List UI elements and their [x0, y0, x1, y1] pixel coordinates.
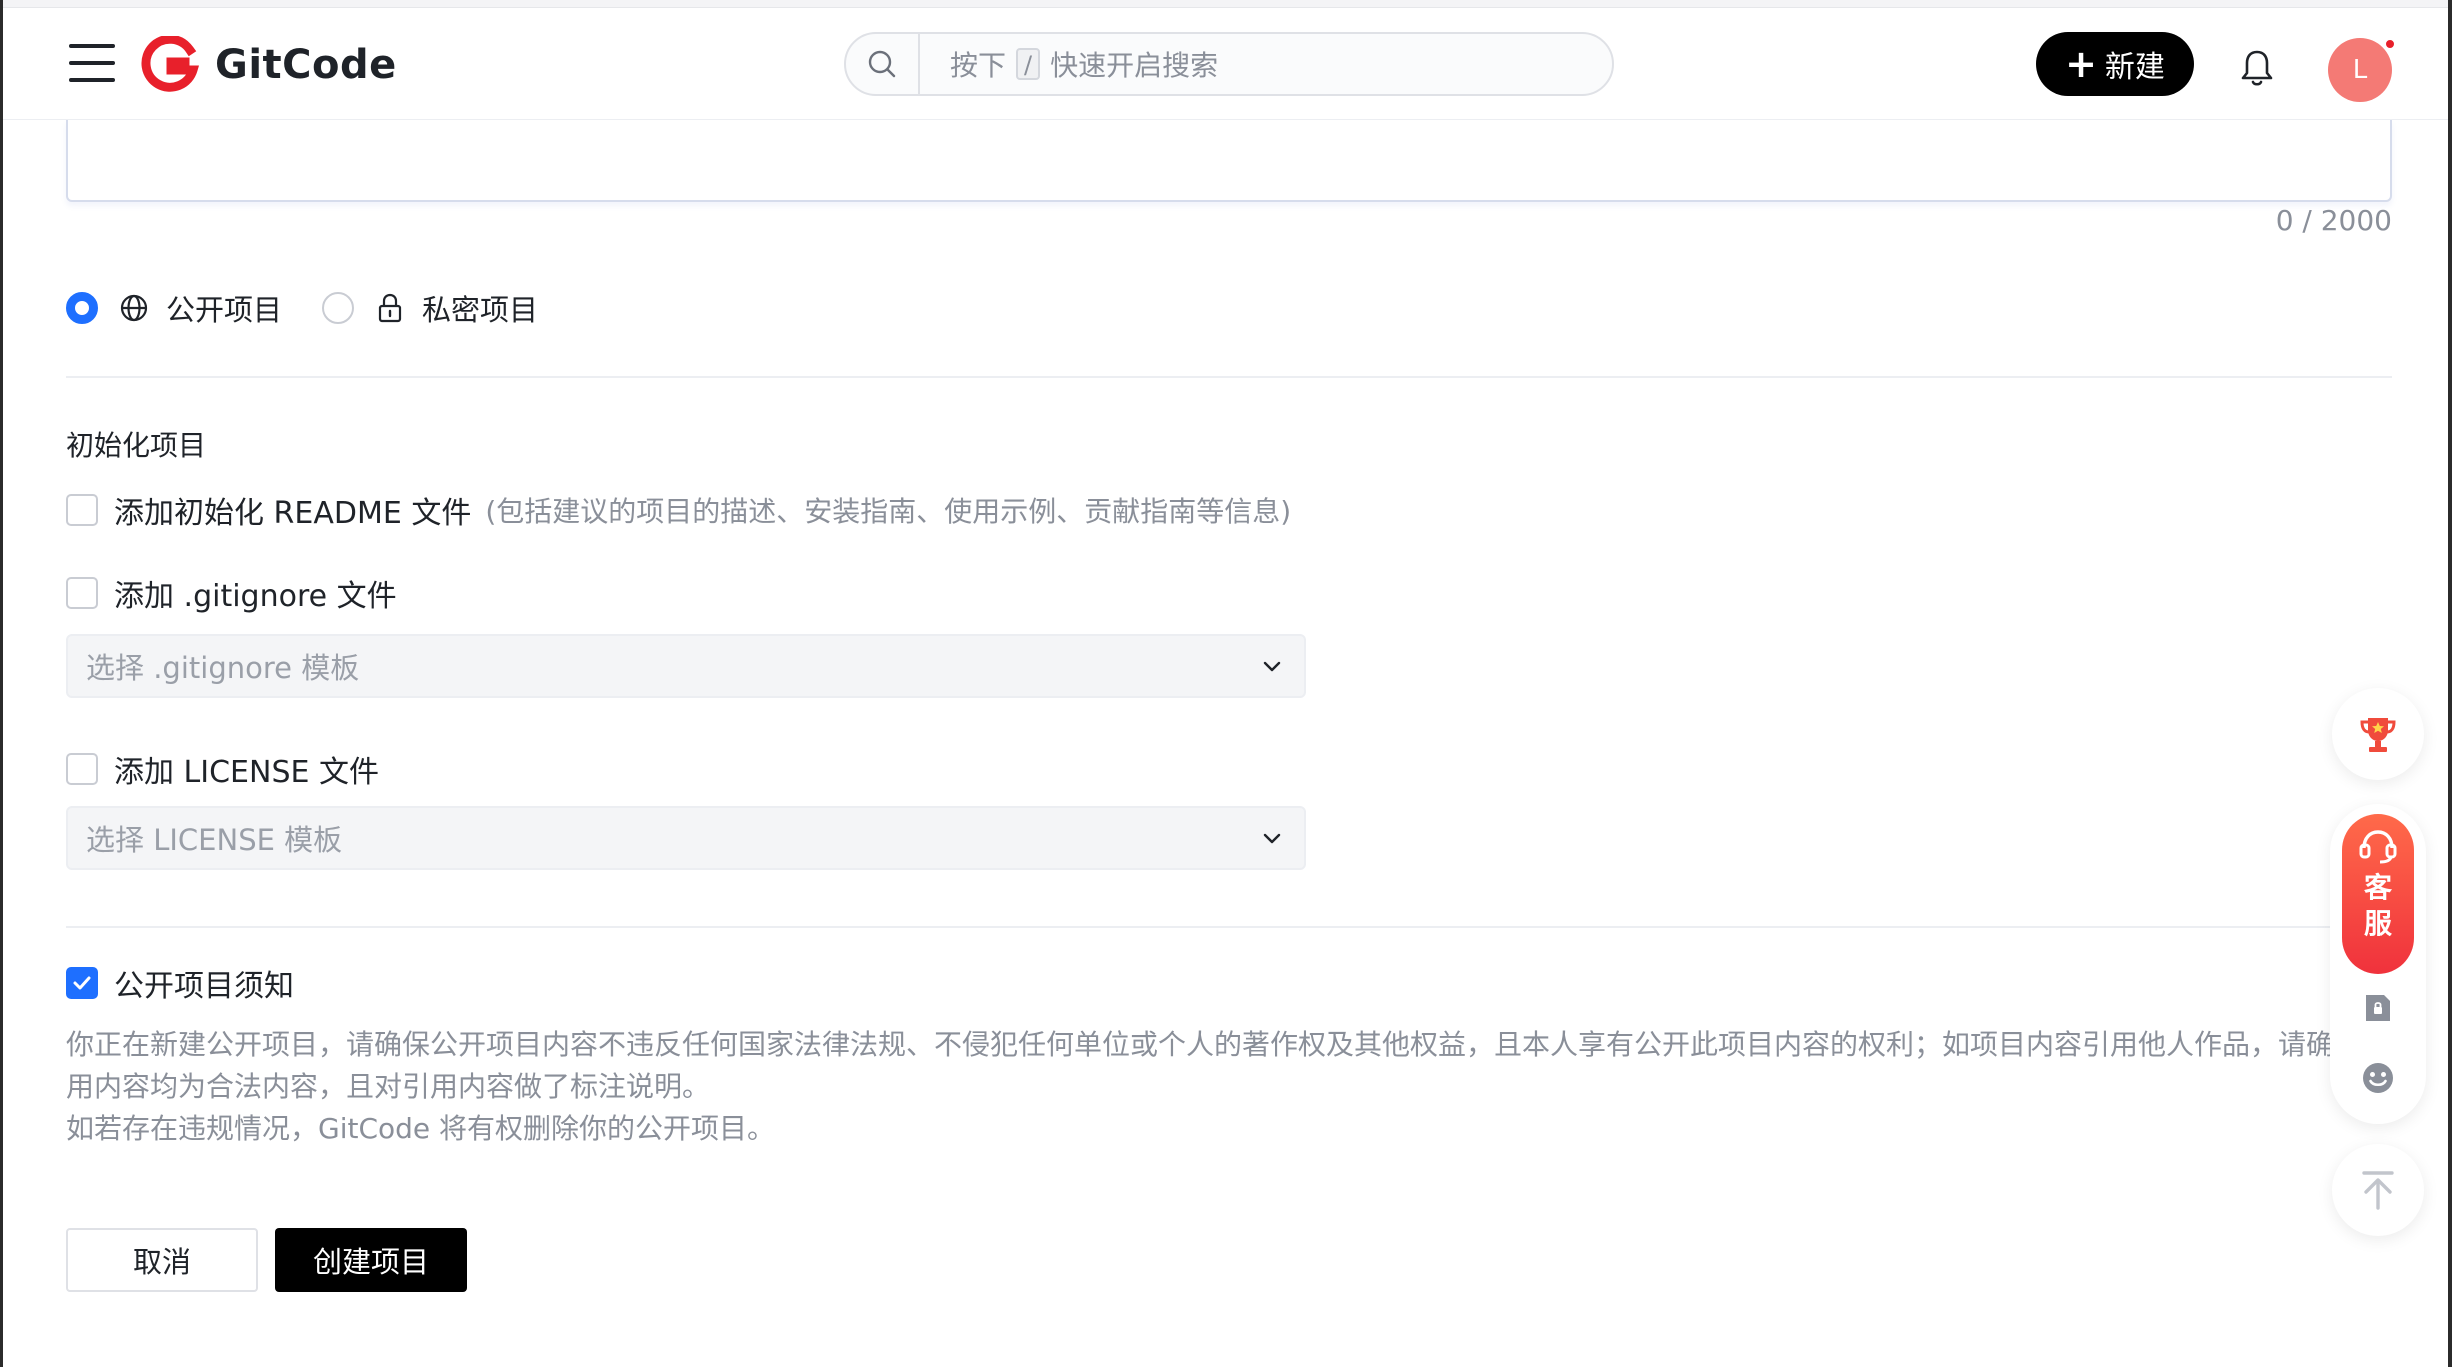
- public-project-radio[interactable]: [66, 292, 98, 324]
- public-notice-checkbox[interactable]: [66, 967, 98, 999]
- public-notice-text: 你正在新建公开项目，请确保公开项目内容不违反任何国家法律法规、不侵犯任何单位或个…: [66, 1024, 2336, 1150]
- new-button-label: 新建: [2104, 50, 2165, 85]
- headset-icon: [2359, 830, 2397, 864]
- chevron-down-icon: [1263, 661, 1281, 672]
- notification-dot: [2384, 38, 2396, 50]
- gitcode-logo[interactable]: GitCode: [141, 36, 397, 94]
- search-placeholder: 按下 / 快速开启搜索: [950, 48, 1219, 82]
- gitignore-select-placeholder: 选择 .gitignore 模板: [86, 651, 360, 685]
- document-icon[interactable]: [2360, 990, 2396, 1026]
- notice-line: 你正在新建公开项目，请确保公开项目内容不违反任何国家法律法规、不侵犯任何单位或个…: [66, 1028, 2335, 1061]
- visibility-options: 公开项目 私密项目: [66, 288, 538, 328]
- license-option: 添加 LICENSE 文件: [66, 749, 379, 790]
- plus-icon: +: [2065, 42, 2097, 86]
- side-tool-panel: 客 服: [2330, 804, 2426, 1124]
- search-bar[interactable]: 按下 / 快速开启搜索: [844, 32, 1614, 96]
- customer-service-button[interactable]: 客 服: [2342, 814, 2414, 974]
- readme-hint: (包括建议的项目的描述、安装指南、使用示例、贡献指南等信息): [485, 495, 1292, 528]
- menu-icon[interactable]: [69, 44, 115, 84]
- notice-line: 用内容均为合法内容，且对引用内容做了标注说明。: [66, 1070, 711, 1103]
- public-notice-label: 公开项目须知: [114, 969, 294, 1004]
- trophy-icon: [2360, 718, 2396, 752]
- trophy-button[interactable]: [2332, 688, 2424, 780]
- private-project-radio[interactable]: [322, 292, 355, 324]
- readme-option: 添加初始化 README 文件 (包括建议的项目的描述、安装指南、使用示例、贡献…: [66, 490, 1292, 531]
- notice-line: 如若存在违规情况，GitCode 将有权删除你的公开项目。: [66, 1112, 776, 1145]
- lock-icon: [378, 293, 402, 323]
- check-icon: [73, 976, 91, 990]
- gitcode-logo-icon: [141, 36, 199, 92]
- public-project-label: 公开项目: [166, 293, 283, 327]
- license-label: 添加 LICENSE 文件: [114, 755, 379, 790]
- window-top-strip: [0, 0, 2452, 8]
- window-right-edge: [2448, 0, 2452, 1367]
- private-project-label: 私密项目: [422, 293, 539, 327]
- init-section-title: 初始化项目: [66, 429, 207, 462]
- public-notice-option: 公开项目须知: [66, 963, 294, 1004]
- readme-label: 添加初始化 README 文件: [114, 496, 472, 531]
- license-checkbox[interactable]: [66, 753, 98, 785]
- license-template-select[interactable]: 选择 LICENSE 模板: [66, 806, 1306, 870]
- window-left-edge: [0, 0, 3, 1367]
- gitignore-checkbox[interactable]: [66, 577, 98, 609]
- description-textarea[interactable]: [66, 120, 2392, 202]
- cancel-button[interactable]: 取消: [66, 1228, 258, 1292]
- back-to-top-button[interactable]: [2332, 1144, 2424, 1236]
- arrow-up-icon: [2362, 1171, 2394, 1210]
- create-project-button[interactable]: 创建项目: [275, 1228, 467, 1292]
- readme-checkbox[interactable]: [66, 494, 98, 526]
- avatar[interactable]: L: [2328, 38, 2392, 102]
- gitignore-label: 添加 .gitignore 文件: [114, 579, 397, 614]
- top-header: GitCode 按下 / 快速开启搜索 + 新建 L: [3, 8, 2448, 120]
- license-select-placeholder: 选择 LICENSE 模板: [86, 823, 343, 857]
- globe-icon: [120, 294, 148, 322]
- new-button[interactable]: + 新建: [2036, 32, 2194, 96]
- chevron-down-icon: [1263, 833, 1281, 844]
- description-char-counter: 0 / 2000: [2275, 204, 2392, 237]
- search-icon: [846, 34, 920, 94]
- gitignore-template-select[interactable]: 选择 .gitignore 模板: [66, 634, 1306, 698]
- search-shortcut-key: /: [1016, 48, 1041, 80]
- customer-service-label: 客 服: [2363, 871, 2392, 940]
- bell-icon[interactable]: [2240, 48, 2274, 88]
- gitignore-option: 添加 .gitignore 文件: [66, 573, 397, 614]
- divider: [66, 376, 2392, 378]
- smile-icon[interactable]: [2360, 1060, 2396, 1096]
- logo-text: GitCode: [215, 42, 397, 88]
- divider: [66, 926, 2336, 928]
